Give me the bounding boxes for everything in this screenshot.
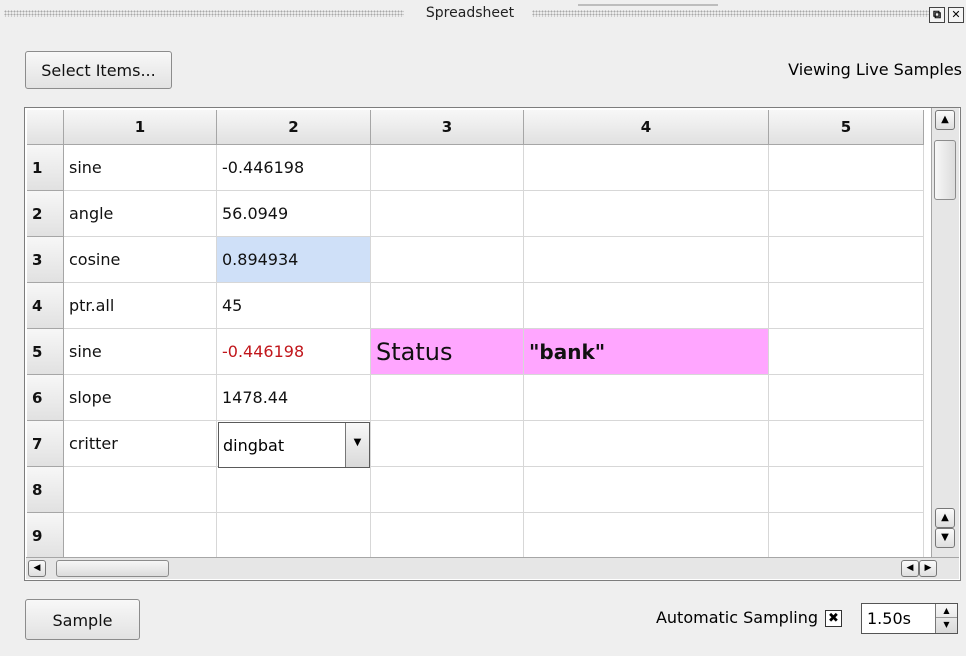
scroll-left-icon[interactable]: ◀ bbox=[28, 560, 46, 577]
sample-button[interactable]: Sample bbox=[25, 599, 140, 640]
table-cell[interactable]: sine bbox=[64, 145, 217, 191]
table-cell[interactable] bbox=[524, 191, 769, 237]
spin-buttons: ▲ ▼ bbox=[935, 604, 957, 633]
column-header[interactable]: 2 bbox=[217, 110, 371, 145]
table-cell[interactable]: cosine bbox=[64, 237, 217, 283]
table-cell[interactable]: angle bbox=[64, 191, 217, 237]
titlebar-grip-right bbox=[532, 10, 932, 17]
table-cell[interactable] bbox=[524, 467, 769, 513]
table-cell[interactable] bbox=[769, 191, 924, 237]
interval-spinbox[interactable]: 1.50s ▲ ▼ bbox=[861, 603, 958, 634]
table-cell[interactable] bbox=[371, 283, 524, 329]
row-header[interactable]: 7 bbox=[27, 421, 64, 467]
table-cell[interactable] bbox=[524, 283, 769, 329]
table-cell[interactable]: 56.0949 bbox=[217, 191, 371, 237]
interval-value: 1.50s bbox=[867, 609, 911, 628]
table-cell[interactable]: 1478.44 bbox=[217, 375, 371, 421]
row-header[interactable]: 5 bbox=[27, 329, 64, 375]
table-cell[interactable]: sine bbox=[64, 329, 217, 375]
table-cell[interactable] bbox=[769, 283, 924, 329]
table-cell[interactable] bbox=[371, 237, 524, 283]
column-header[interactable]: 4 bbox=[524, 110, 769, 145]
table-cell[interactable]: slope bbox=[64, 375, 217, 421]
combo-value: dingbat bbox=[223, 435, 285, 455]
table-cell[interactable] bbox=[524, 145, 769, 191]
table-cell[interactable]: "bank" bbox=[524, 329, 769, 375]
status-text: Viewing Live Samples bbox=[788, 60, 962, 79]
vertical-scrollbar[interactable]: ▲ ▲ ▼ bbox=[931, 108, 959, 559]
horizontal-scroll-thumb[interactable] bbox=[56, 560, 169, 577]
scroll-left-icon[interactable]: ◀ bbox=[901, 560, 919, 577]
horizontal-scrollbar[interactable]: ◀ ◀ ▶ bbox=[26, 557, 959, 579]
titlebar-grip-left bbox=[4, 10, 404, 17]
table-cell[interactable] bbox=[64, 513, 217, 559]
table-cell[interactable]: Status bbox=[371, 329, 524, 375]
spin-up-icon[interactable]: ▲ bbox=[936, 604, 957, 618]
table-cell[interactable] bbox=[769, 375, 924, 421]
window-title: Spreadsheet bbox=[425, 5, 515, 21]
table-cell[interactable] bbox=[371, 467, 524, 513]
table-cell[interactable] bbox=[64, 467, 217, 513]
table-cell[interactable] bbox=[217, 467, 371, 513]
table-cell[interactable] bbox=[769, 467, 924, 513]
automatic-sampling-checkbox[interactable]: ✖ bbox=[825, 610, 842, 627]
row-header[interactable]: 9 bbox=[27, 513, 64, 559]
table-cell[interactable]: 45 bbox=[217, 283, 371, 329]
table-cell[interactable] bbox=[524, 513, 769, 559]
table-cell[interactable] bbox=[769, 329, 924, 375]
float-window-icon[interactable]: ⧉ bbox=[929, 7, 945, 23]
column-header[interactable]: 3 bbox=[371, 110, 524, 145]
titlebar-accent bbox=[578, 4, 718, 6]
table-cell[interactable] bbox=[217, 513, 371, 559]
table-cell[interactable] bbox=[769, 237, 924, 283]
automatic-sampling-label: Automatic Sampling bbox=[655, 608, 818, 627]
table-cell[interactable] bbox=[524, 375, 769, 421]
select-items-button[interactable]: Select Items... bbox=[25, 51, 172, 89]
row-header[interactable]: 4 bbox=[27, 283, 64, 329]
column-header[interactable]: 5 bbox=[769, 110, 924, 145]
row-header[interactable]: 3 bbox=[27, 237, 64, 283]
table-cell[interactable] bbox=[524, 237, 769, 283]
table-cell[interactable]: critter bbox=[64, 421, 217, 467]
table-cell[interactable] bbox=[371, 145, 524, 191]
chevron-down-icon[interactable]: ▼ bbox=[345, 423, 369, 467]
row-header[interactable]: 1 bbox=[27, 145, 64, 191]
close-window-icon[interactable]: ✕ bbox=[948, 7, 964, 23]
scroll-right-icon[interactable]: ▶ bbox=[919, 560, 937, 577]
vertical-scroll-thumb[interactable] bbox=[934, 140, 956, 200]
scroll-down-icon[interactable]: ▼ bbox=[935, 528, 955, 548]
table-cell[interactable] bbox=[769, 513, 924, 559]
table-corner[interactable] bbox=[27, 110, 64, 145]
table-cell[interactable] bbox=[371, 375, 524, 421]
critter-combo-box[interactable]: dingbat ▼ bbox=[218, 422, 370, 468]
row-header[interactable]: 2 bbox=[27, 191, 64, 237]
table-cell[interactable] bbox=[371, 513, 524, 559]
table-cell[interactable] bbox=[769, 421, 924, 467]
table-cell[interactable] bbox=[524, 421, 769, 467]
row-header[interactable]: 8 bbox=[27, 467, 64, 513]
scroll-up-icon[interactable]: ▲ bbox=[935, 508, 955, 528]
spreadsheet-table[interactable]: 1 2 3 4 5 1 sine -0.446198 2 angle 56.0949 3 cosine 0… bbox=[24, 107, 961, 581]
table-cell[interactable]: ptr.all bbox=[64, 283, 217, 329]
table-cell[interactable]: 0.894934 bbox=[217, 237, 371, 283]
column-header[interactable]: 1 bbox=[64, 110, 217, 145]
window-titlebar[interactable]: Spreadsheet ⧉ ✕ bbox=[0, 0, 966, 30]
table-cell[interactable] bbox=[371, 421, 524, 467]
table-cell[interactable] bbox=[371, 191, 524, 237]
table-cell[interactable] bbox=[769, 145, 924, 191]
table-cell[interactable]: -0.446198 bbox=[217, 329, 371, 375]
scroll-up-icon[interactable]: ▲ bbox=[935, 110, 955, 130]
spin-down-icon[interactable]: ▼ bbox=[936, 618, 957, 632]
table-cell[interactable]: -0.446198 bbox=[217, 145, 371, 191]
row-header[interactable]: 6 bbox=[27, 375, 64, 421]
